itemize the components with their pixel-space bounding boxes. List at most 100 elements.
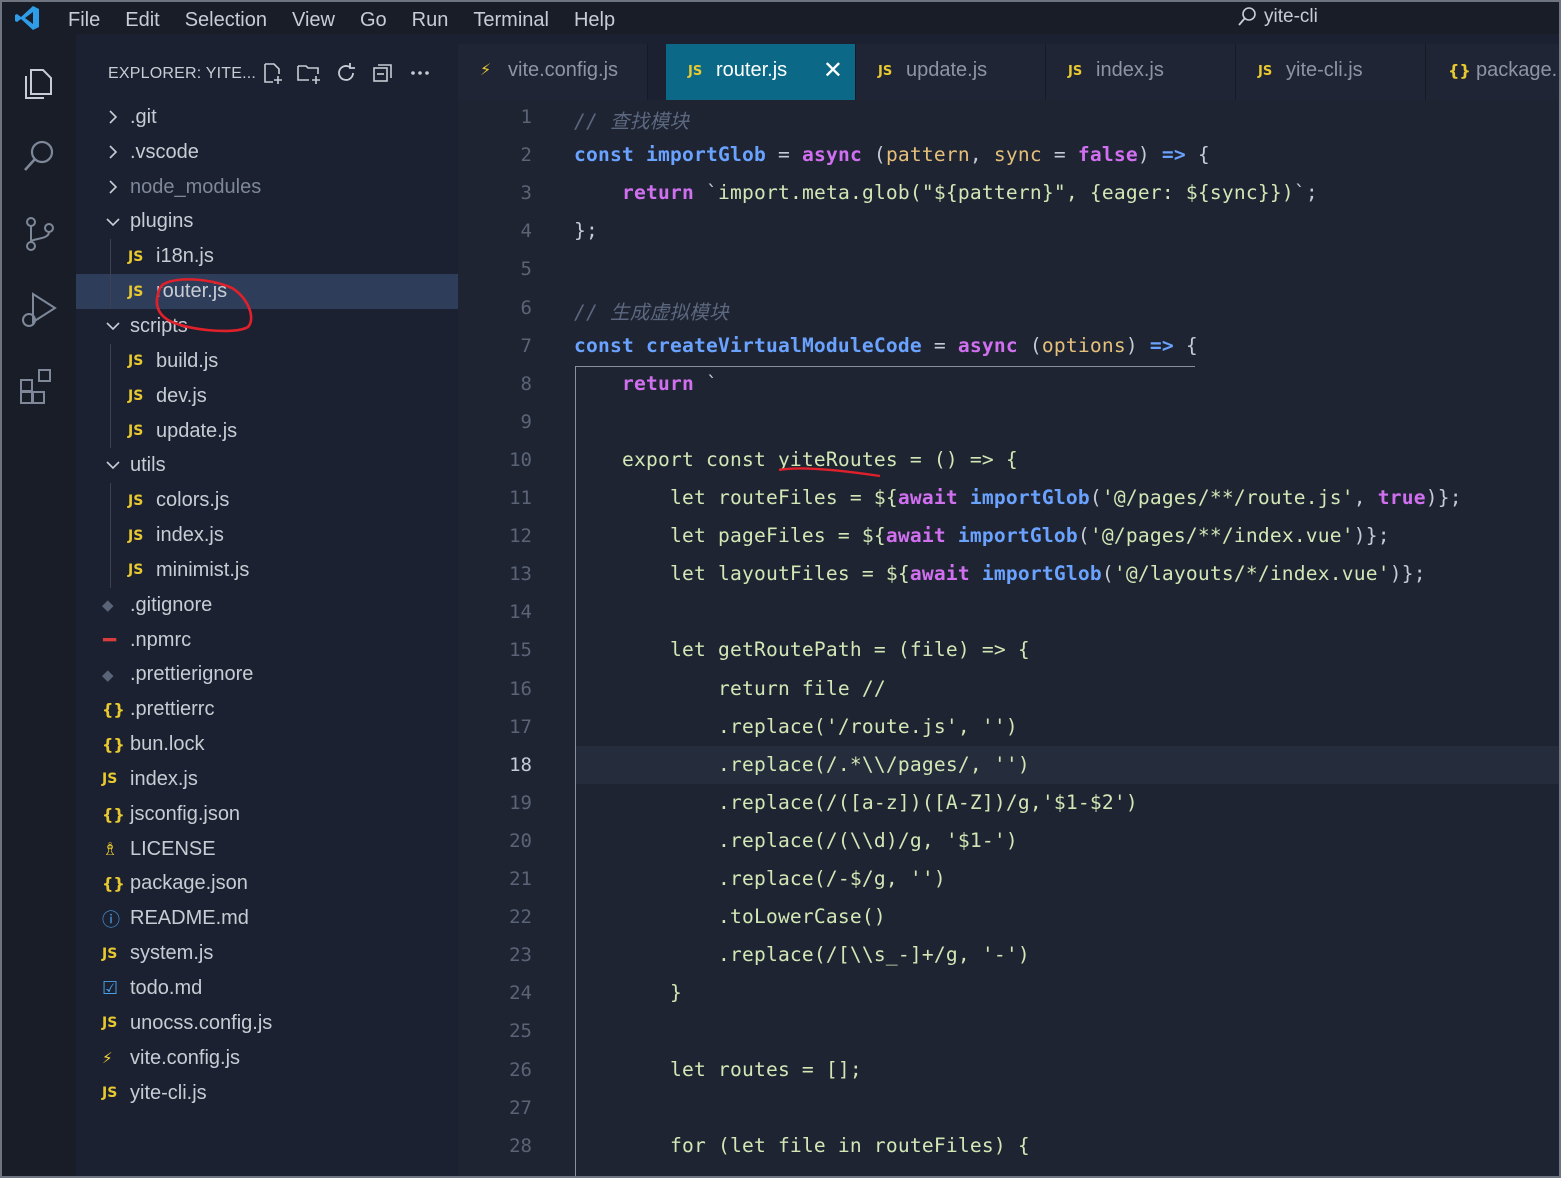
search-icon[interactable] bbox=[17, 134, 61, 178]
tree-item[interactable]: JS minimist.js bbox=[76, 552, 458, 588]
code-editor[interactable]: 1// 查找模块 2 const importGlob = async (patte… bbox=[458, 100, 1559, 1176]
tree-item[interactable]: scripts bbox=[76, 309, 458, 344]
tree-item[interactable]: JS i18n.js bbox=[76, 239, 458, 275]
code-token: , bbox=[1353, 486, 1378, 509]
tab-vite-config-js[interactable]: ⚡ vite.config.js bbox=[458, 44, 648, 100]
tree-item[interactable]: .vscode bbox=[76, 135, 458, 170]
tree-item[interactable]: {} package.json bbox=[76, 867, 458, 902]
code-token: options bbox=[1041, 333, 1126, 357]
menu-bar: File Edit Selection View Go Run Terminal Help bbox=[68, 2, 640, 34]
tree-item[interactable]: JS update.js bbox=[76, 413, 458, 449]
tree-item[interactable]: {} .prettierrc bbox=[76, 692, 458, 727]
tree-item[interactable]: JS index.js bbox=[76, 518, 458, 553]
menu-edit[interactable]: Edit bbox=[125, 2, 171, 34]
run-debug-icon[interactable] bbox=[17, 288, 61, 332]
extensions-icon[interactable] bbox=[17, 364, 61, 408]
command-center[interactable]: yite-cli bbox=[1236, 6, 1318, 28]
tab-index-js[interactable]: JS index.js bbox=[1046, 44, 1236, 100]
code-token: '@/pages/**/route.js' bbox=[1101, 486, 1354, 509]
tree-item-label: .vscode bbox=[130, 140, 199, 163]
code-token: await bbox=[885, 524, 946, 548]
chevron-right-icon bbox=[109, 145, 118, 159]
file-tree: .git .vscode node_modules plugins JS i18n.js J… bbox=[76, 100, 458, 1110]
json-file-icon: {} bbox=[102, 874, 125, 894]
tree-item[interactable]: ◆ .prettierignore bbox=[76, 658, 458, 693]
tree-item-label: vite.config.js bbox=[130, 1046, 241, 1069]
code-line: .replace(/(\\d)/g, '$1-') bbox=[574, 829, 1018, 852]
vite-file-icon: ⚡ bbox=[102, 1049, 113, 1068]
js-file-icon: JS bbox=[128, 423, 144, 440]
tree-item[interactable]: JS dev.js bbox=[76, 378, 458, 414]
more-actions-icon[interactable] bbox=[406, 59, 434, 87]
tree-item[interactable]: ▬▬ .npmrc bbox=[76, 623, 458, 658]
menu-selection[interactable]: Selection bbox=[185, 2, 279, 34]
line-number: 2 bbox=[520, 144, 532, 167]
collapse-all-icon[interactable] bbox=[369, 59, 397, 87]
code-token: `; bbox=[1293, 181, 1318, 205]
tree-item[interactable]: utils bbox=[76, 448, 458, 483]
line-number: 22 bbox=[509, 906, 532, 929]
tree-item[interactable]: {} bun.lock bbox=[76, 727, 458, 762]
explorer-icon[interactable] bbox=[17, 60, 61, 104]
code-line: // 生成虚拟模块 bbox=[574, 296, 729, 325]
menu-go[interactable]: Go bbox=[360, 2, 399, 34]
indent-guide bbox=[110, 378, 111, 414]
line-number: 3 bbox=[520, 182, 532, 205]
tab-package-[interactable]: {} package. bbox=[1426, 44, 1559, 100]
code-token: { bbox=[1185, 143, 1210, 167]
code-token: '@/layouts/*/index.vue' bbox=[1113, 562, 1390, 586]
code-token: { bbox=[1173, 333, 1198, 357]
tab-update-js[interactable]: JS update.js bbox=[856, 44, 1046, 100]
menu-help[interactable]: Help bbox=[574, 2, 627, 34]
new-folder-icon[interactable] bbox=[295, 59, 323, 87]
menu-terminal[interactable]: Terminal bbox=[473, 2, 561, 34]
tree-item[interactable]: {} jsconfig.json bbox=[76, 797, 458, 832]
code-token: } bbox=[574, 981, 682, 1005]
menu-file[interactable]: File bbox=[68, 2, 112, 34]
tab-label: package. bbox=[1476, 59, 1558, 81]
source-control-icon[interactable] bbox=[17, 212, 61, 256]
menu-run[interactable]: Run bbox=[412, 2, 461, 34]
tree-item[interactable]: JS colors.js bbox=[76, 483, 458, 519]
refresh-icon[interactable] bbox=[332, 59, 360, 87]
tree-item[interactable]: JS router.js bbox=[76, 274, 458, 310]
close-tab-icon[interactable]: ✕ bbox=[823, 56, 843, 85]
tree-item[interactable]: .git bbox=[76, 100, 458, 135]
line-number: 18 bbox=[509, 753, 532, 776]
tree-item[interactable]: JS yite-cli.js bbox=[76, 1076, 458, 1111]
explorer-header: EXPLORER: YITE... bbox=[76, 54, 458, 92]
tree-item[interactable]: plugins bbox=[76, 205, 458, 240]
tree-item[interactable]: JS index.js bbox=[76, 762, 458, 797]
tab-yite-cli-js[interactable]: JS yite-cli.js bbox=[1236, 44, 1426, 100]
activity-bar bbox=[2, 34, 76, 1176]
tree-item-label: .prettierrc bbox=[130, 698, 215, 721]
chevron-right-icon bbox=[109, 180, 118, 194]
menu-view[interactable]: View bbox=[292, 2, 347, 34]
tree-item-label: bun.lock bbox=[130, 733, 205, 756]
tab-router-js[interactable]: JS router.js ✕ bbox=[666, 44, 856, 100]
vite-file-icon: ⚡ bbox=[480, 60, 492, 79]
tree-item[interactable]: ♗ LICENSE bbox=[76, 832, 458, 867]
tree-item[interactable]: JS build.js bbox=[76, 343, 458, 379]
explorer-title: EXPLORER: YITE... bbox=[108, 65, 257, 82]
tree-item[interactable]: node_modules bbox=[76, 170, 458, 205]
chevron-right-icon bbox=[109, 110, 118, 124]
tree-item[interactable]: ☑ todo.md bbox=[76, 971, 458, 1006]
code-token: for (let file in routeFiles) { bbox=[574, 1133, 1030, 1157]
editor-tabs: ⚡ vite.config.js JS router.js ✕ JS update.js JS… bbox=[458, 34, 1559, 100]
indent-guide bbox=[110, 518, 111, 553]
code-token: return bbox=[622, 371, 694, 395]
tree-item[interactable]: ⚡ vite.config.js bbox=[76, 1041, 458, 1076]
tree-item[interactable]: ◆ .gitignore bbox=[76, 588, 458, 623]
tree-item[interactable]: JS unocss.config.js bbox=[76, 1006, 458, 1041]
js-file-icon: JS bbox=[878, 64, 893, 79]
new-file-icon[interactable] bbox=[258, 59, 286, 87]
line-number: 9 bbox=[520, 410, 532, 433]
line-number: 12 bbox=[509, 525, 532, 548]
code-line: } bbox=[574, 981, 682, 1004]
code-token: ` bbox=[693, 181, 718, 205]
tree-item[interactable]: ⓘ README.md bbox=[76, 901, 458, 936]
code-token: = bbox=[921, 333, 958, 357]
tree-item[interactable]: JS system.js bbox=[76, 936, 458, 971]
